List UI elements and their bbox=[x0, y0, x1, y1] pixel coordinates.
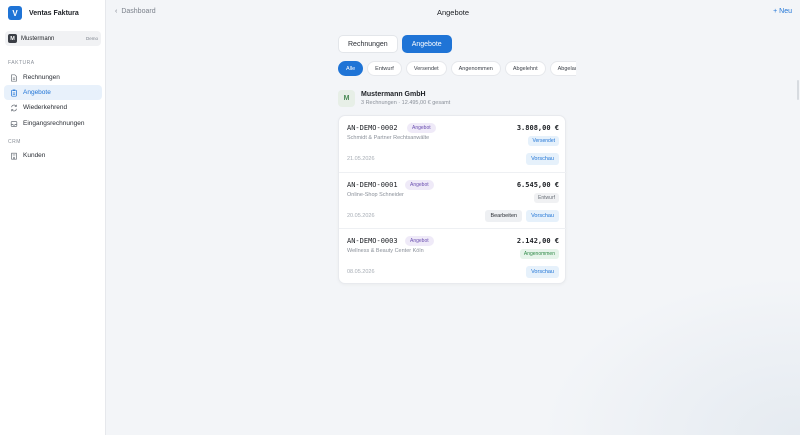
status-badge: Entwurf bbox=[534, 193, 559, 203]
org-tag: Demo bbox=[85, 36, 98, 41]
sidebar-item-rechnungen[interactable]: Rechnungen bbox=[4, 70, 102, 85]
new-button[interactable]: + Neu bbox=[773, 8, 792, 15]
offer-number: AN-DEMO-0001 bbox=[347, 181, 398, 189]
list-item[interactable]: AN-DEMO-0001 Angebot 6.545,00 € Online-S… bbox=[339, 172, 567, 228]
list-item[interactable]: AN-DEMO-0003 Angebot 2.142,00 € Wellness… bbox=[339, 228, 567, 284]
offer-date: 08.05.2026 bbox=[347, 269, 375, 275]
org-switcher[interactable]: M Mustermann Demo bbox=[5, 31, 101, 46]
sidebar-item-label: Eingangsrechnungen bbox=[23, 120, 85, 127]
brand[interactable]: V Ventas Faktura bbox=[8, 6, 79, 20]
type-badge: Angebot bbox=[407, 123, 436, 133]
offers-list: AN-DEMO-0002 Angebot 3.808,00 € Schmidt … bbox=[338, 115, 567, 284]
customer-summary: 3 Rechnungen · 12.495,00 € gesamt bbox=[361, 100, 451, 106]
preview-button[interactable]: Vorschau bbox=[526, 266, 559, 278]
filter-abgelehnt[interactable]: Abgelehnt bbox=[504, 61, 546, 76]
offer-client: Wellness & Beauty Center Köln bbox=[347, 248, 424, 254]
sidebar-item-kunden[interactable]: Kunden bbox=[4, 148, 102, 163]
type-badge: Angebot bbox=[405, 236, 434, 246]
preview-button[interactable]: Vorschau bbox=[526, 153, 559, 165]
section-label-crm: CRM bbox=[8, 139, 21, 145]
sidebar-item-label: Angebote bbox=[23, 89, 51, 96]
type-badge: Angebot bbox=[405, 180, 434, 190]
offer-amount: 3.808,00 € bbox=[516, 124, 559, 132]
sidebar: V Ventas Faktura M Mustermann Demo FAKTU… bbox=[0, 0, 106, 435]
offer-amount: 6.545,00 € bbox=[516, 181, 559, 189]
repeat-icon bbox=[10, 104, 18, 112]
scrollbar[interactable] bbox=[797, 80, 799, 100]
offer-amount: 2.142,00 € bbox=[516, 237, 559, 245]
org-avatar: M bbox=[8, 34, 17, 43]
filter-alle[interactable]: Alle bbox=[338, 61, 364, 76]
background-gradient bbox=[540, 275, 800, 435]
list-item[interactable]: AN-DEMO-0002 Angebot 3.808,00 € Schmidt … bbox=[339, 116, 567, 172]
customer-group-header: M Mustermann GmbH 3 Rechnungen · 12.495,… bbox=[338, 90, 450, 107]
status-badge: Versendet bbox=[528, 136, 559, 146]
document-type-switch: Rechnungen Angebote bbox=[338, 35, 452, 53]
sidebar-item-wiederkehrend[interactable]: Wiederkehrend bbox=[4, 100, 102, 115]
app-logo: V bbox=[8, 6, 22, 20]
preview-button[interactable]: Vorschau bbox=[526, 210, 559, 222]
offer-date: 21.05.2026 bbox=[347, 156, 375, 162]
sidebar-item-label: Kunden bbox=[23, 152, 46, 159]
sidebar-item-label: Wiederkehrend bbox=[23, 104, 68, 111]
offer-date: 20.05.2026 bbox=[347, 213, 375, 219]
filter-abgelaufen[interactable]: Abgelau bbox=[549, 61, 576, 76]
document-icon bbox=[10, 73, 18, 82]
sidebar-item-label: Rechnungen bbox=[23, 74, 60, 81]
customer-name: Mustermann GmbH bbox=[361, 91, 426, 98]
segment-rechnungen[interactable]: Rechnungen bbox=[338, 35, 398, 53]
offer-number: AN-DEMO-0003 bbox=[347, 237, 398, 245]
app-name: Ventas Faktura bbox=[29, 9, 79, 17]
status-badge: Angenommen bbox=[519, 249, 559, 259]
section-label-faktura: FAKTURA bbox=[8, 60, 35, 66]
offer-client: Online-Shop Schneider bbox=[347, 192, 404, 198]
clipboard-icon bbox=[10, 89, 18, 97]
filter-entwurf[interactable]: Entwurf bbox=[367, 61, 402, 76]
sidebar-item-eingangsrechnungen[interactable]: Eingangsrechnungen bbox=[4, 116, 102, 131]
offer-client: Schmidt & Partner Rechtsanwälte bbox=[347, 135, 430, 141]
page-title: Angebote bbox=[436, 8, 470, 17]
inbox-icon bbox=[10, 120, 18, 128]
offer-number: AN-DEMO-0002 bbox=[347, 124, 398, 132]
segment-angebote[interactable]: Angebote bbox=[401, 35, 452, 53]
org-name: Mustermann bbox=[21, 35, 55, 42]
sidebar-item-angebote[interactable]: Angebote bbox=[4, 85, 102, 100]
filter-versendet[interactable]: Versendet bbox=[405, 61, 447, 76]
filter-angenommen[interactable]: Angenommen bbox=[450, 61, 501, 76]
customer-avatar: M bbox=[338, 90, 355, 107]
status-filter-bar: Alle Entwurf Versendet Angenommen Abgele… bbox=[338, 61, 576, 77]
top-bar: ‹ Dashboard Angebote + Neu bbox=[106, 0, 800, 25]
edit-button[interactable]: Bearbeiten bbox=[485, 210, 523, 222]
building-icon bbox=[10, 152, 18, 160]
